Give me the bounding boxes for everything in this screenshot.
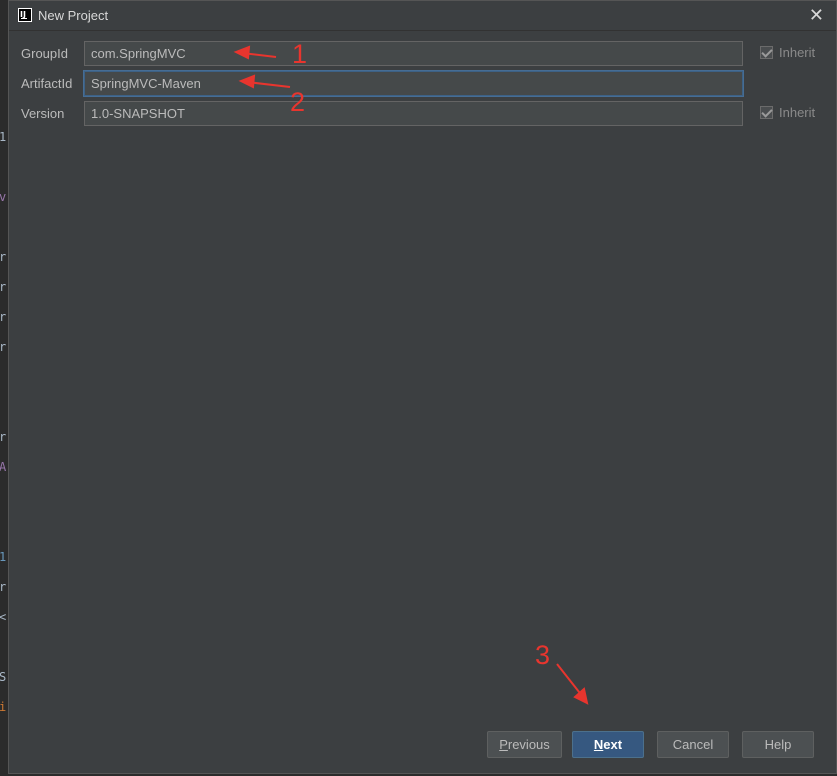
annotation-number-2: 2 [290,87,306,117]
arrow-1-head-icon [233,45,251,60]
annotation-number-3: 3 [535,640,551,670]
annotation-arrows [233,45,589,705]
arrow-2-head-icon [238,74,256,89]
arrow-3-head-icon [573,687,589,705]
annotation-number-1: 1 [292,39,308,69]
